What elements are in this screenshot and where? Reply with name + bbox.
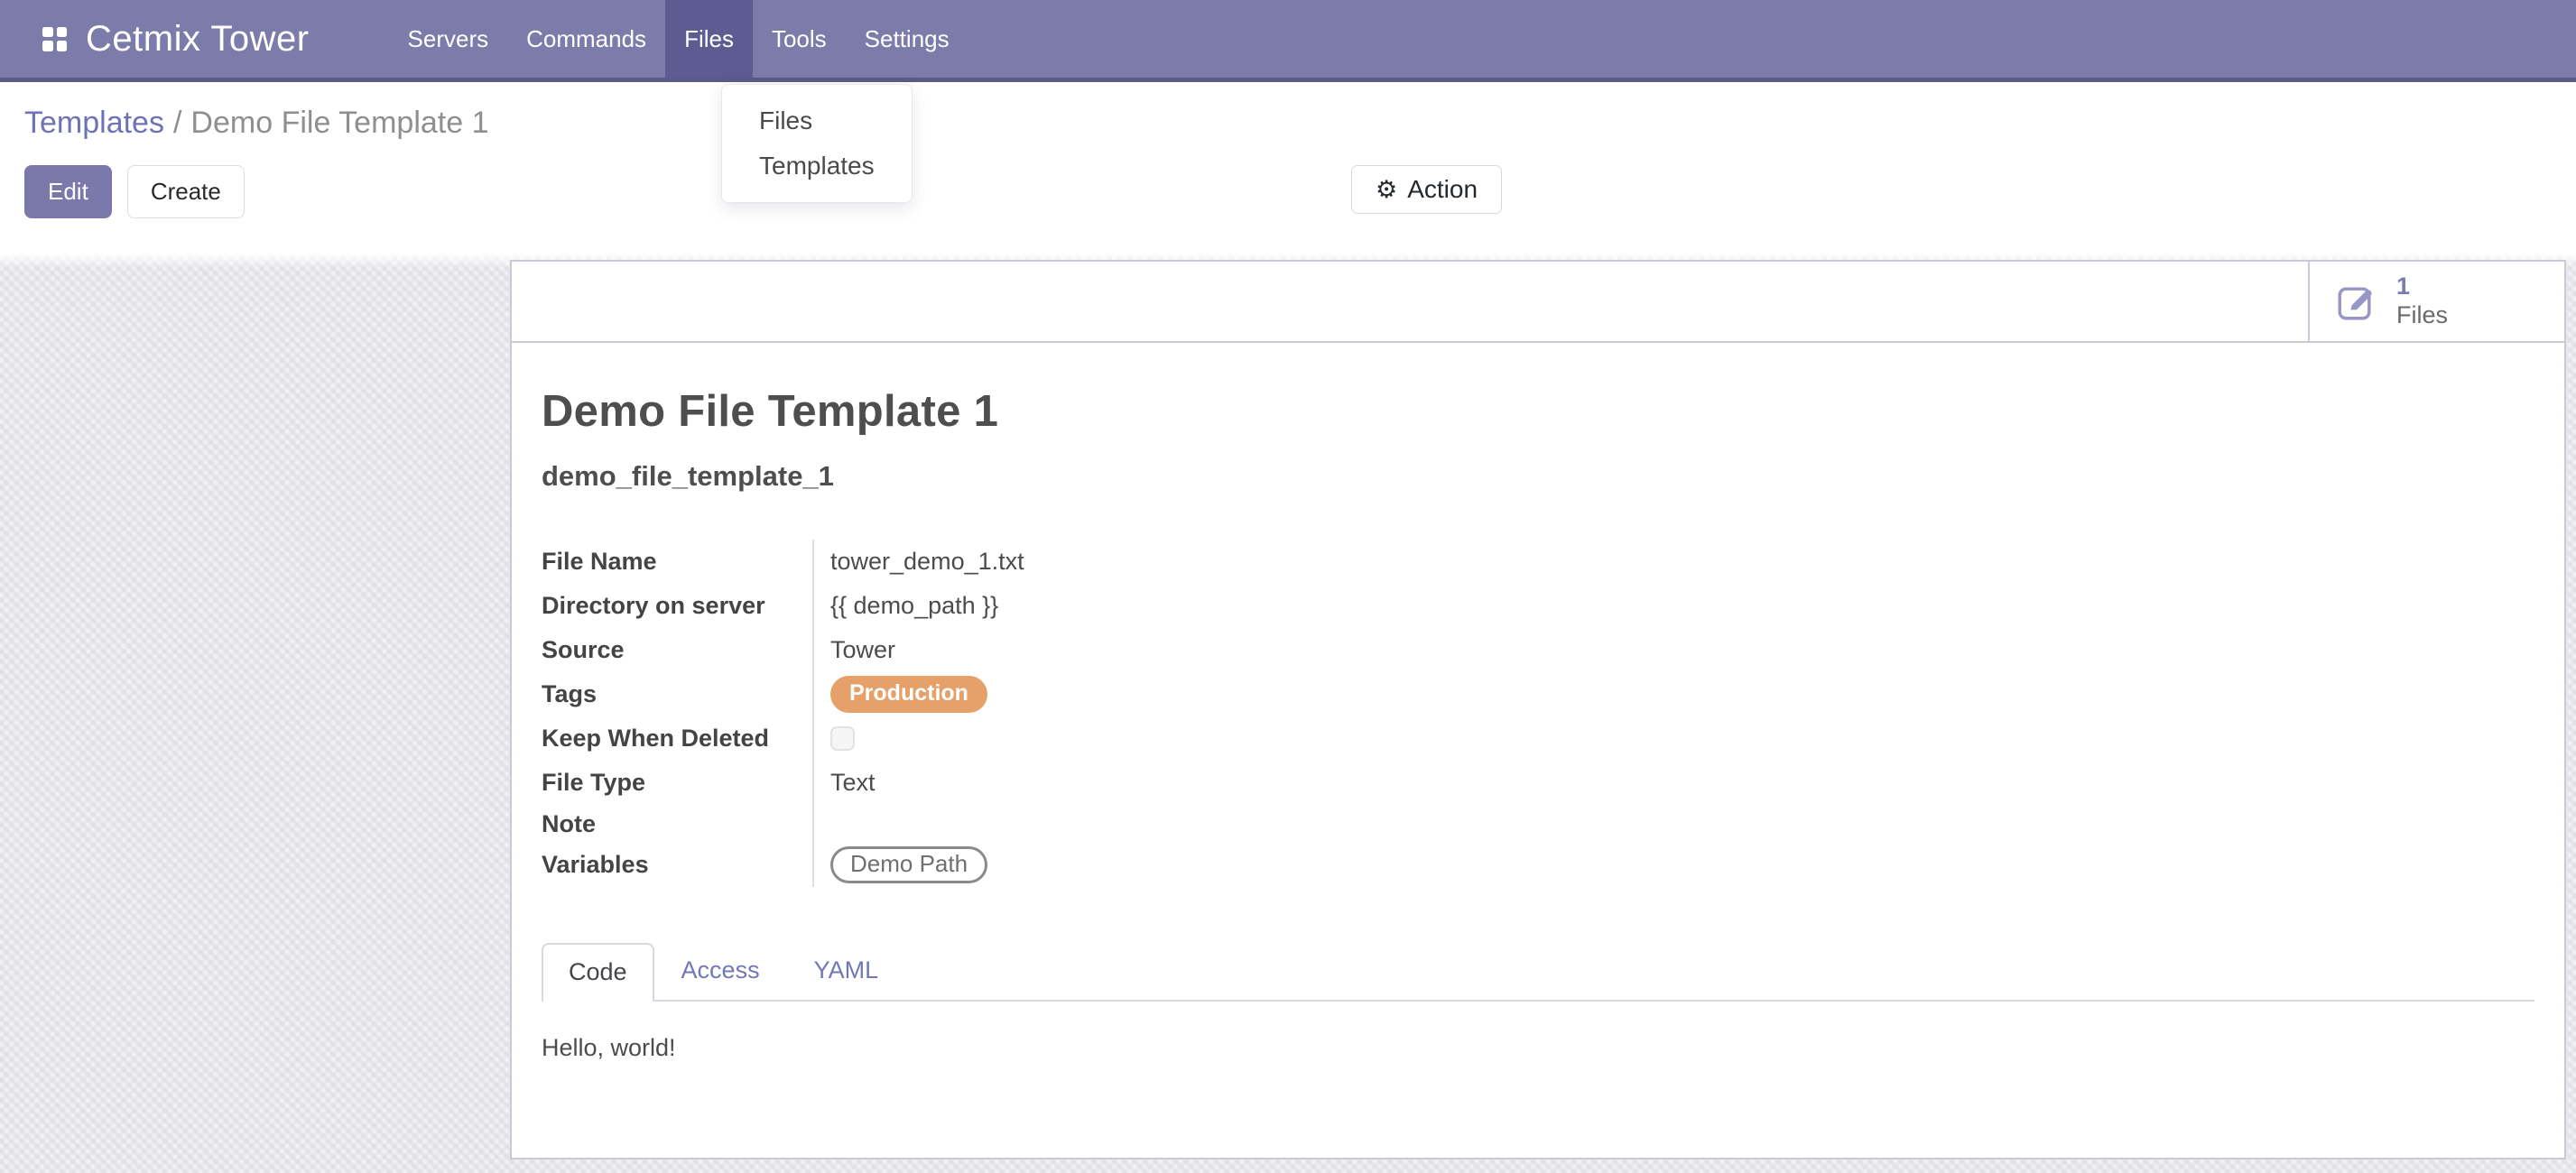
field-label: Variables [542, 851, 812, 879]
nav-item-tools[interactable]: Tools [753, 0, 846, 78]
dropdown-item-templates[interactable]: Templates [722, 143, 912, 189]
pencil-square-icon [2336, 281, 2377, 322]
breadcrumb-current: Demo File Template 1 [190, 106, 488, 140]
field-label: Note [542, 810, 812, 838]
nav-item-files[interactable]: Files [665, 0, 753, 78]
field-row-note: Note [542, 805, 2534, 843]
files-stat-button[interactable]: 1 Files [2308, 262, 2564, 341]
dropdown-item-files[interactable]: Files [722, 98, 912, 143]
nav-menu: Servers Commands Files Tools Settings [389, 0, 968, 78]
tab-yaml[interactable]: YAML [787, 943, 906, 1000]
field-value-note [812, 805, 2534, 843]
brand-title[interactable]: Cetmix Tower [86, 19, 310, 60]
variable-pill-demo-path: Demo Path [830, 846, 987, 883]
top-navbar: Cetmix Tower Servers Commands Files Tool… [0, 0, 2576, 82]
breadcrumb-parent-link[interactable]: Templates [24, 106, 164, 140]
action-button-label: Action [1407, 175, 1478, 204]
nav-item-settings[interactable]: Settings [846, 0, 968, 78]
field-group: File Name tower_demo_1.txt Directory on … [542, 540, 2534, 887]
field-label: File Name [542, 548, 812, 576]
stat-button-row: 1 Files [512, 262, 2564, 343]
field-label: Keep When Deleted [542, 725, 812, 753]
field-label: File Type [542, 769, 812, 797]
field-row-tags: Tags Production [542, 672, 2534, 716]
code-tab-content: Hello, world! [542, 1034, 2534, 1062]
tab-code[interactable]: Code [542, 943, 654, 1002]
apps-grid-icon[interactable] [42, 27, 67, 51]
field-value-source: Tower [812, 628, 2534, 672]
form-sheet-card: 1 Files Demo File Template 1 demo_file_t… [510, 260, 2566, 1159]
field-value-tags: Production [812, 672, 2534, 716]
field-row-file-name: File Name tower_demo_1.txt [542, 540, 2534, 584]
control-panel-buttons: Edit Create [24, 165, 245, 218]
nav-item-servers[interactable]: Servers [389, 0, 508, 78]
field-row-keep-when-deleted: Keep When Deleted [542, 716, 2534, 761]
action-button[interactable]: ⚙ Action [1351, 165, 1502, 214]
field-label: Tags [542, 680, 812, 708]
files-count-label: Files [2396, 301, 2448, 330]
form-sheet: Demo File Template 1 demo_file_template_… [512, 386, 2564, 1062]
record-title: Demo File Template 1 [542, 386, 2534, 437]
field-value-file-type: Text [812, 761, 2534, 805]
field-label: Source [542, 636, 812, 664]
notebook-tabs: Code Access YAML [542, 943, 2534, 1002]
breadcrumb: Templates/Demo File Template 1 [24, 106, 489, 141]
field-label: Directory on server [542, 592, 812, 620]
nav-item-commands[interactable]: Commands [507, 0, 665, 78]
edit-button[interactable]: Edit [24, 165, 112, 218]
field-value-directory: {{ demo_path }} [812, 584, 2534, 628]
breadcrumb-separator: / [164, 106, 190, 140]
form-view-background: 1 Files Demo File Template 1 demo_file_t… [0, 254, 2576, 1173]
record-reference: demo_file_template_1 [542, 460, 2534, 493]
field-value-file-name: tower_demo_1.txt [812, 540, 2534, 584]
files-dropdown-menu: Files Templates [721, 84, 913, 203]
create-button[interactable]: Create [127, 165, 245, 218]
gear-icon: ⚙ [1376, 178, 1397, 202]
tab-access[interactable]: Access [654, 943, 787, 1000]
field-value-keep-when-deleted [812, 716, 2534, 761]
field-row-directory: Directory on server {{ demo_path }} [542, 584, 2534, 628]
tag-badge-production: Production [830, 676, 987, 713]
control-panel: Templates/Demo File Template 1 Edit Crea… [0, 82, 2576, 254]
field-value-variables: Demo Path [812, 843, 2534, 887]
field-row-source: Source Tower [542, 628, 2534, 672]
field-row-variables: Variables Demo Path [542, 843, 2534, 887]
files-count: 1 [2396, 272, 2448, 301]
field-row-file-type: File Type Text [542, 761, 2534, 805]
keep-when-deleted-checkbox[interactable] [830, 726, 855, 751]
